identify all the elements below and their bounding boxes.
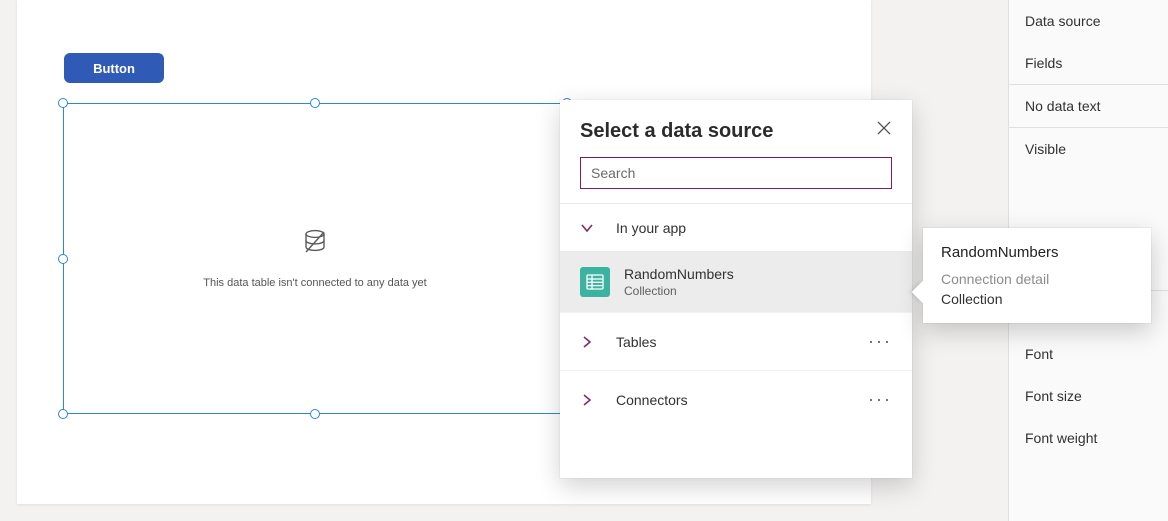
data-source-type: Collection	[624, 284, 734, 298]
prop-font[interactable]: Font	[1009, 333, 1168, 375]
prop-no-data-text[interactable]: No data text	[1009, 85, 1168, 127]
empty-state-text: This data table isn't connected to any d…	[203, 277, 426, 289]
prop-font-size[interactable]: Font size	[1009, 375, 1168, 417]
tooltip-title: RandomNumbers	[941, 244, 1133, 261]
more-icon[interactable]: ···	[868, 331, 892, 352]
section-label: In your app	[616, 220, 686, 236]
category-connectors[interactable]: Connectors ···	[560, 370, 912, 428]
panel-title: Select a data source	[580, 120, 773, 143]
button-label: Button	[93, 61, 135, 76]
data-table-control[interactable]: This data table isn't connected to any d…	[63, 103, 567, 414]
tooltip-line1: Connection detail	[941, 271, 1133, 287]
prop-visible[interactable]: Visible	[1009, 128, 1168, 170]
collection-icon	[580, 267, 610, 297]
close-icon[interactable]	[876, 120, 892, 136]
chevron-right-icon	[580, 393, 594, 407]
canvas-button-control[interactable]: Button	[64, 53, 164, 83]
chevron-down-icon	[580, 221, 594, 235]
tooltip-line2: Collection	[941, 291, 1133, 307]
prop-font-weight[interactable]: Font weight	[1009, 417, 1168, 459]
search-input[interactable]	[580, 157, 892, 189]
category-label: Tables	[616, 334, 656, 350]
database-icon	[301, 228, 329, 261]
chevron-right-icon	[580, 335, 594, 349]
data-source-item-randomnumbers[interactable]: RandomNumbers Collection	[560, 252, 912, 312]
section-in-your-app[interactable]: In your app	[560, 204, 912, 252]
prop-fields[interactable]: Fields	[1009, 42, 1168, 84]
data-table-empty-state: This data table isn't connected to any d…	[64, 104, 566, 413]
data-source-tooltip: RandomNumbers Connection detail Collecti…	[923, 228, 1151, 323]
prop-data-source[interactable]: Data source	[1009, 0, 1168, 42]
data-source-name: RandomNumbers	[624, 266, 734, 282]
more-icon[interactable]: ···	[868, 389, 892, 410]
select-data-source-panel: Select a data source In your app	[560, 100, 912, 478]
category-tables[interactable]: Tables ···	[560, 312, 912, 370]
category-label: Connectors	[616, 392, 688, 408]
